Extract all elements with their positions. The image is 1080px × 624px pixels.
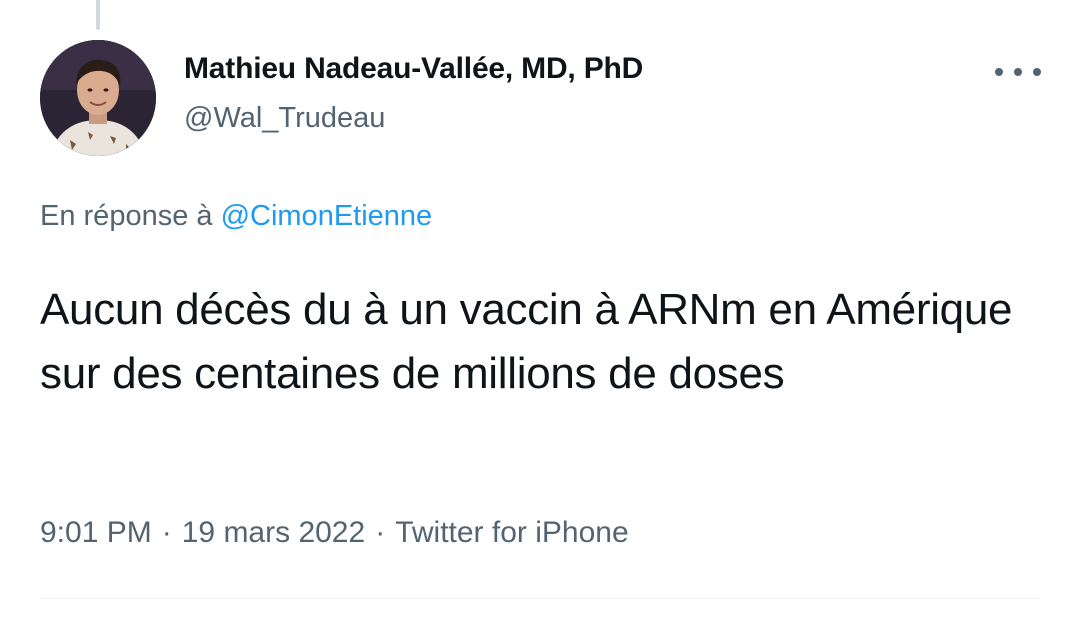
author-display-name[interactable]: Mathieu Nadeau-Vallée, MD, PhD [184, 52, 643, 86]
meta-separator: · [375, 516, 386, 549]
tweet-date[interactable]: 19 mars 2022 [182, 516, 365, 549]
reply-mention-link[interactable]: @CimonEtienne [221, 200, 433, 232]
author-handle[interactable]: @Wal_Trudeau [184, 102, 385, 135]
more-horizontal-icon [1014, 68, 1022, 76]
tweet-body-text: Aucun décès du à un vaccin à ARNm en Amé… [40, 285, 1013, 398]
tweet-time[interactable]: 9:01 PM [40, 516, 152, 549]
reply-prefix: En réponse à [40, 200, 213, 232]
user-avatar-icon [40, 40, 156, 156]
meta-separator: · [161, 516, 172, 549]
thread-connector-line [96, 0, 100, 30]
author-avatar[interactable] [40, 40, 156, 156]
more-options-button[interactable] [995, 58, 1041, 86]
more-horizontal-icon [995, 68, 1003, 76]
reply-context: En réponse à @CimonEtienne [40, 200, 432, 233]
tweet-metadata: 9:01 PM · 19 mars 2022 · Twitter for iPhone [40, 516, 629, 550]
more-horizontal-icon [1033, 68, 1041, 76]
divider [40, 598, 1040, 599]
tweet-source[interactable]: Twitter for iPhone [395, 516, 628, 549]
